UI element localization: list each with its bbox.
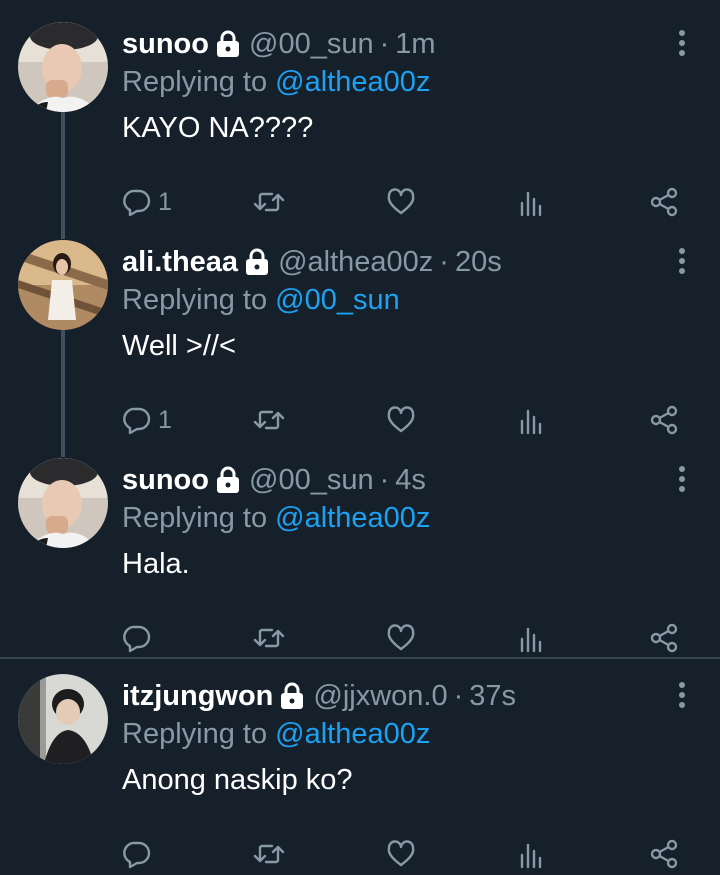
reply-button[interactable]: 1 [122, 182, 172, 222]
tweet-header: sunoo @00_sun · 1m [122, 22, 436, 66]
analytics-icon [520, 191, 542, 217]
share-button[interactable] [650, 400, 680, 440]
replying-to: Replying to @althea00z [122, 502, 430, 535]
more-icon[interactable] [670, 680, 694, 710]
tweet[interactable]: ali.theaa @althea00z · 20s Replying to @… [0, 240, 720, 440]
mention-link[interactable]: @althea00z [275, 502, 430, 534]
user-handle[interactable]: @althea00z [278, 246, 433, 279]
like-icon [387, 188, 415, 215]
avatar[interactable] [18, 458, 108, 548]
analytics-button[interactable] [519, 834, 545, 874]
mention-link[interactable]: @althea00z [275, 718, 430, 750]
separator: · [453, 679, 464, 712]
reply-icon [123, 625, 151, 653]
replying-to: Replying to @00_sun [122, 284, 400, 317]
user-handle[interactable]: @jjxwon.0 [313, 680, 447, 713]
replying-prefix: Replying to [122, 66, 276, 98]
reply-button[interactable] [122, 834, 158, 874]
share-icon [650, 623, 678, 653]
user-handle[interactable]: @00_sun [249, 28, 374, 61]
mention-link[interactable]: @althea00z [275, 66, 430, 98]
share-icon [650, 187, 678, 217]
like-button[interactable] [386, 400, 416, 440]
timestamp[interactable]: 37s [469, 680, 516, 713]
tweet-actions: 1 [0, 400, 720, 440]
analytics-icon [520, 627, 542, 653]
display-name[interactable]: itzjungwon [122, 680, 273, 713]
tweet-text: KAYO NA???? [122, 112, 314, 144]
replying-to: Replying to @althea00z [122, 718, 430, 751]
retweet-button[interactable] [253, 834, 285, 874]
like-icon [387, 624, 415, 651]
like-button[interactable] [386, 182, 416, 222]
tweet-actions: 1 [0, 182, 720, 222]
timestamp[interactable]: 4s [395, 464, 426, 497]
mention-link[interactable]: @00_sun [275, 284, 400, 316]
retweet-button[interactable] [253, 400, 285, 440]
avatar[interactable] [18, 240, 108, 330]
display-name[interactable]: ali.theaa [122, 246, 238, 279]
display-name[interactable]: sunoo [122, 464, 209, 497]
reply-icon [123, 407, 151, 435]
separator: · [379, 463, 390, 496]
tweet[interactable]: sunoo @00_sun · 4s Replying to @althea00… [0, 458, 720, 658]
lock-icon [246, 248, 269, 275]
timestamp[interactable]: 1m [395, 28, 435, 61]
reply-icon [123, 841, 151, 869]
like-button[interactable] [386, 618, 416, 658]
analytics-icon [520, 843, 542, 869]
retweet-icon [253, 192, 285, 212]
reply-button[interactable]: 1 [122, 400, 172, 440]
tweet-actions [0, 618, 720, 658]
share-icon [650, 839, 678, 869]
retweet-icon [253, 628, 285, 648]
reply-count: 1 [158, 405, 172, 434]
tweet-actions [0, 834, 720, 874]
analytics-icon [520, 409, 542, 435]
separator: · [439, 245, 449, 278]
like-icon [387, 840, 415, 867]
more-icon[interactable] [670, 464, 694, 494]
replying-to: Replying to @althea00z [122, 66, 430, 99]
share-button[interactable] [650, 834, 680, 874]
timestamp[interactable]: 20s [455, 246, 502, 279]
retweet-icon [253, 844, 285, 864]
replying-prefix: Replying to [122, 718, 276, 750]
analytics-button[interactable] [519, 182, 545, 222]
more-icon[interactable] [670, 246, 694, 276]
separator: · [379, 27, 390, 60]
more-icon[interactable] [670, 28, 694, 58]
retweet-button[interactable] [253, 182, 285, 222]
tweet[interactable]: itzjungwon @jjxwon.0 · 37s Replying to @… [0, 674, 720, 874]
avatar[interactable] [18, 674, 108, 764]
tweet[interactable]: sunoo @00_sun · 1m Replying to @althea00… [0, 22, 720, 222]
share-button[interactable] [650, 182, 680, 222]
user-handle[interactable]: @00_sun [249, 464, 374, 497]
display-name[interactable]: sunoo [122, 28, 209, 61]
analytics-button[interactable] [519, 618, 545, 658]
like-button[interactable] [386, 834, 416, 874]
lock-icon [281, 682, 304, 709]
avatar[interactable] [18, 22, 108, 112]
tweet-header: itzjungwon @jjxwon.0 · 37s [122, 674, 516, 718]
lock-icon [217, 466, 239, 493]
reply-count: 1 [158, 187, 172, 216]
share-button[interactable] [650, 618, 680, 658]
tweet-text: Well >//< [122, 330, 236, 362]
retweet-button[interactable] [253, 618, 285, 658]
share-icon [650, 405, 678, 435]
reply-icon [123, 189, 151, 217]
divider [0, 657, 720, 659]
reply-button[interactable] [122, 618, 158, 658]
tweet-header: sunoo @00_sun · 4s [122, 458, 426, 502]
tweet-header: ali.theaa @althea00z · 20s [122, 240, 502, 284]
replying-prefix: Replying to [122, 502, 276, 534]
lock-icon [217, 30, 239, 57]
retweet-icon [253, 410, 285, 430]
tweet-text: Hala. [122, 548, 190, 580]
analytics-button[interactable] [519, 400, 545, 440]
like-icon [387, 406, 415, 433]
tweet-text: Anong naskip ko? [122, 764, 353, 796]
replying-prefix: Replying to [122, 284, 276, 316]
